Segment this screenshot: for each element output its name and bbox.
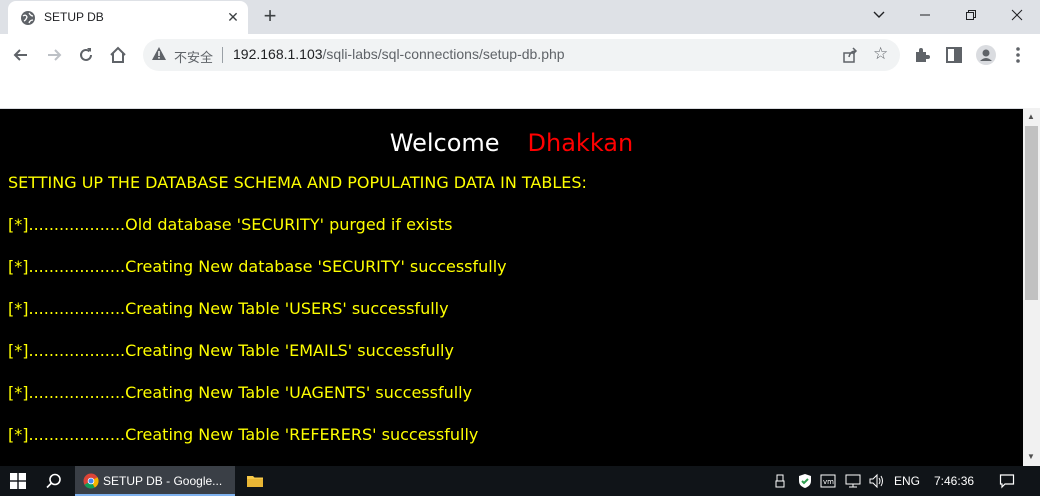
minimize-icon [920, 14, 930, 16]
restore-icon [966, 10, 976, 20]
tab-strip: SETUP DB ✕ + [0, 0, 1040, 34]
back-button[interactable] [9, 43, 33, 67]
clock[interactable]: 7:46:36 [934, 474, 974, 488]
share-icon[interactable] [841, 46, 859, 64]
close-icon[interactable]: ✕ [224, 8, 242, 26]
bookmark-star-icon[interactable]: ☆ [873, 44, 888, 64]
scrollbar-thumb[interactable] [1025, 126, 1038, 300]
side-panel-icon[interactable] [942, 43, 966, 67]
welcome-text: Welcome [389, 129, 500, 157]
setup-heading: SETTING UP THE DATABASE SCHEMA AND POPUL… [8, 173, 587, 192]
tab-search-button[interactable] [856, 0, 902, 30]
home-button[interactable] [106, 43, 130, 67]
home-icon [110, 46, 126, 63]
menu-kebab-icon[interactable] [1006, 43, 1030, 67]
status-line: [*]...................Creating New Table… [8, 383, 473, 402]
status-line: [*]...................Creating New Table… [8, 425, 479, 444]
language-indicator[interactable]: ENG [894, 474, 920, 488]
arrow-left-icon [13, 49, 27, 61]
reload-icon [80, 48, 92, 61]
windows-taskbar: SETUP DB - Google... vm ENG 7:46:36 [0, 466, 1040, 496]
file-explorer-icon[interactable] [246, 473, 264, 489]
svg-text:vm: vm [823, 478, 834, 486]
scroll-up-icon[interactable]: ▲ [1027, 112, 1035, 121]
url-host: 192.168.1.103 [233, 46, 323, 62]
close-icon [1011, 9, 1023, 21]
page-content: Welcome Dhakkan SETTING UP THE DATABASE S… [0, 108, 1023, 467]
chrome-icon [83, 473, 99, 489]
network-icon[interactable] [845, 473, 861, 489]
page-scrollbar[interactable]: ▲ ▼ [1023, 108, 1040, 466]
reload-button[interactable] [74, 43, 98, 67]
tab-title: SETUP DB [44, 10, 104, 24]
taskbar-chrome-window[interactable]: SETUP DB - Google... [75, 466, 235, 496]
url-text[interactable]: 192.168.1.103/sqli-labs/sql-connections/… [233, 46, 565, 62]
volume-icon[interactable] [868, 473, 886, 489]
windows-start-icon[interactable] [10, 473, 26, 489]
profile-avatar-icon[interactable] [974, 43, 998, 67]
address-bar[interactable]: 不安全 192.168.1.103/sqli-labs/sql-connecti… [143, 39, 900, 71]
minimize-button[interactable] [902, 0, 948, 30]
restore-button[interactable] [948, 0, 994, 30]
chevron-down-icon [873, 11, 885, 18]
shield-icon[interactable] [797, 473, 813, 489]
tab-setup-db[interactable]: SETUP DB ✕ [8, 1, 248, 34]
status-line: [*]...................Old database 'SECU… [8, 215, 453, 234]
warning-icon[interactable] [151, 46, 167, 62]
status-line: [*]...................Creating New datab… [8, 257, 507, 276]
vmware-icon[interactable]: vm [820, 473, 836, 489]
taskbar-chrome-label: SETUP DB - Google... [103, 474, 223, 488]
extensions-icon[interactable] [910, 43, 934, 67]
url-path: /sqli-labs/sql-connections/setup-db.php [322, 46, 565, 62]
search-icon[interactable] [46, 473, 62, 489]
notification-icon[interactable] [999, 473, 1015, 489]
status-line: [*]...................Creating New Table… [8, 341, 454, 360]
insecure-label[interactable]: 不安全 [174, 47, 213, 66]
username: Dhakkan [527, 129, 634, 157]
new-tab-button[interactable]: + [258, 5, 282, 29]
globe-icon [21, 11, 35, 25]
arrow-right-icon [48, 49, 62, 61]
divider [222, 47, 223, 63]
forward-button[interactable] [42, 43, 66, 67]
usb-icon[interactable] [774, 474, 786, 488]
welcome-banner: Welcome Dhakkan [0, 129, 1023, 157]
browser-toolbar: 不安全 192.168.1.103/sqli-labs/sql-connecti… [0, 34, 1040, 76]
scroll-down-icon[interactable]: ▼ [1027, 452, 1035, 461]
close-window-button[interactable] [994, 0, 1040, 30]
status-line: [*]...................Creating New Table… [8, 299, 449, 318]
